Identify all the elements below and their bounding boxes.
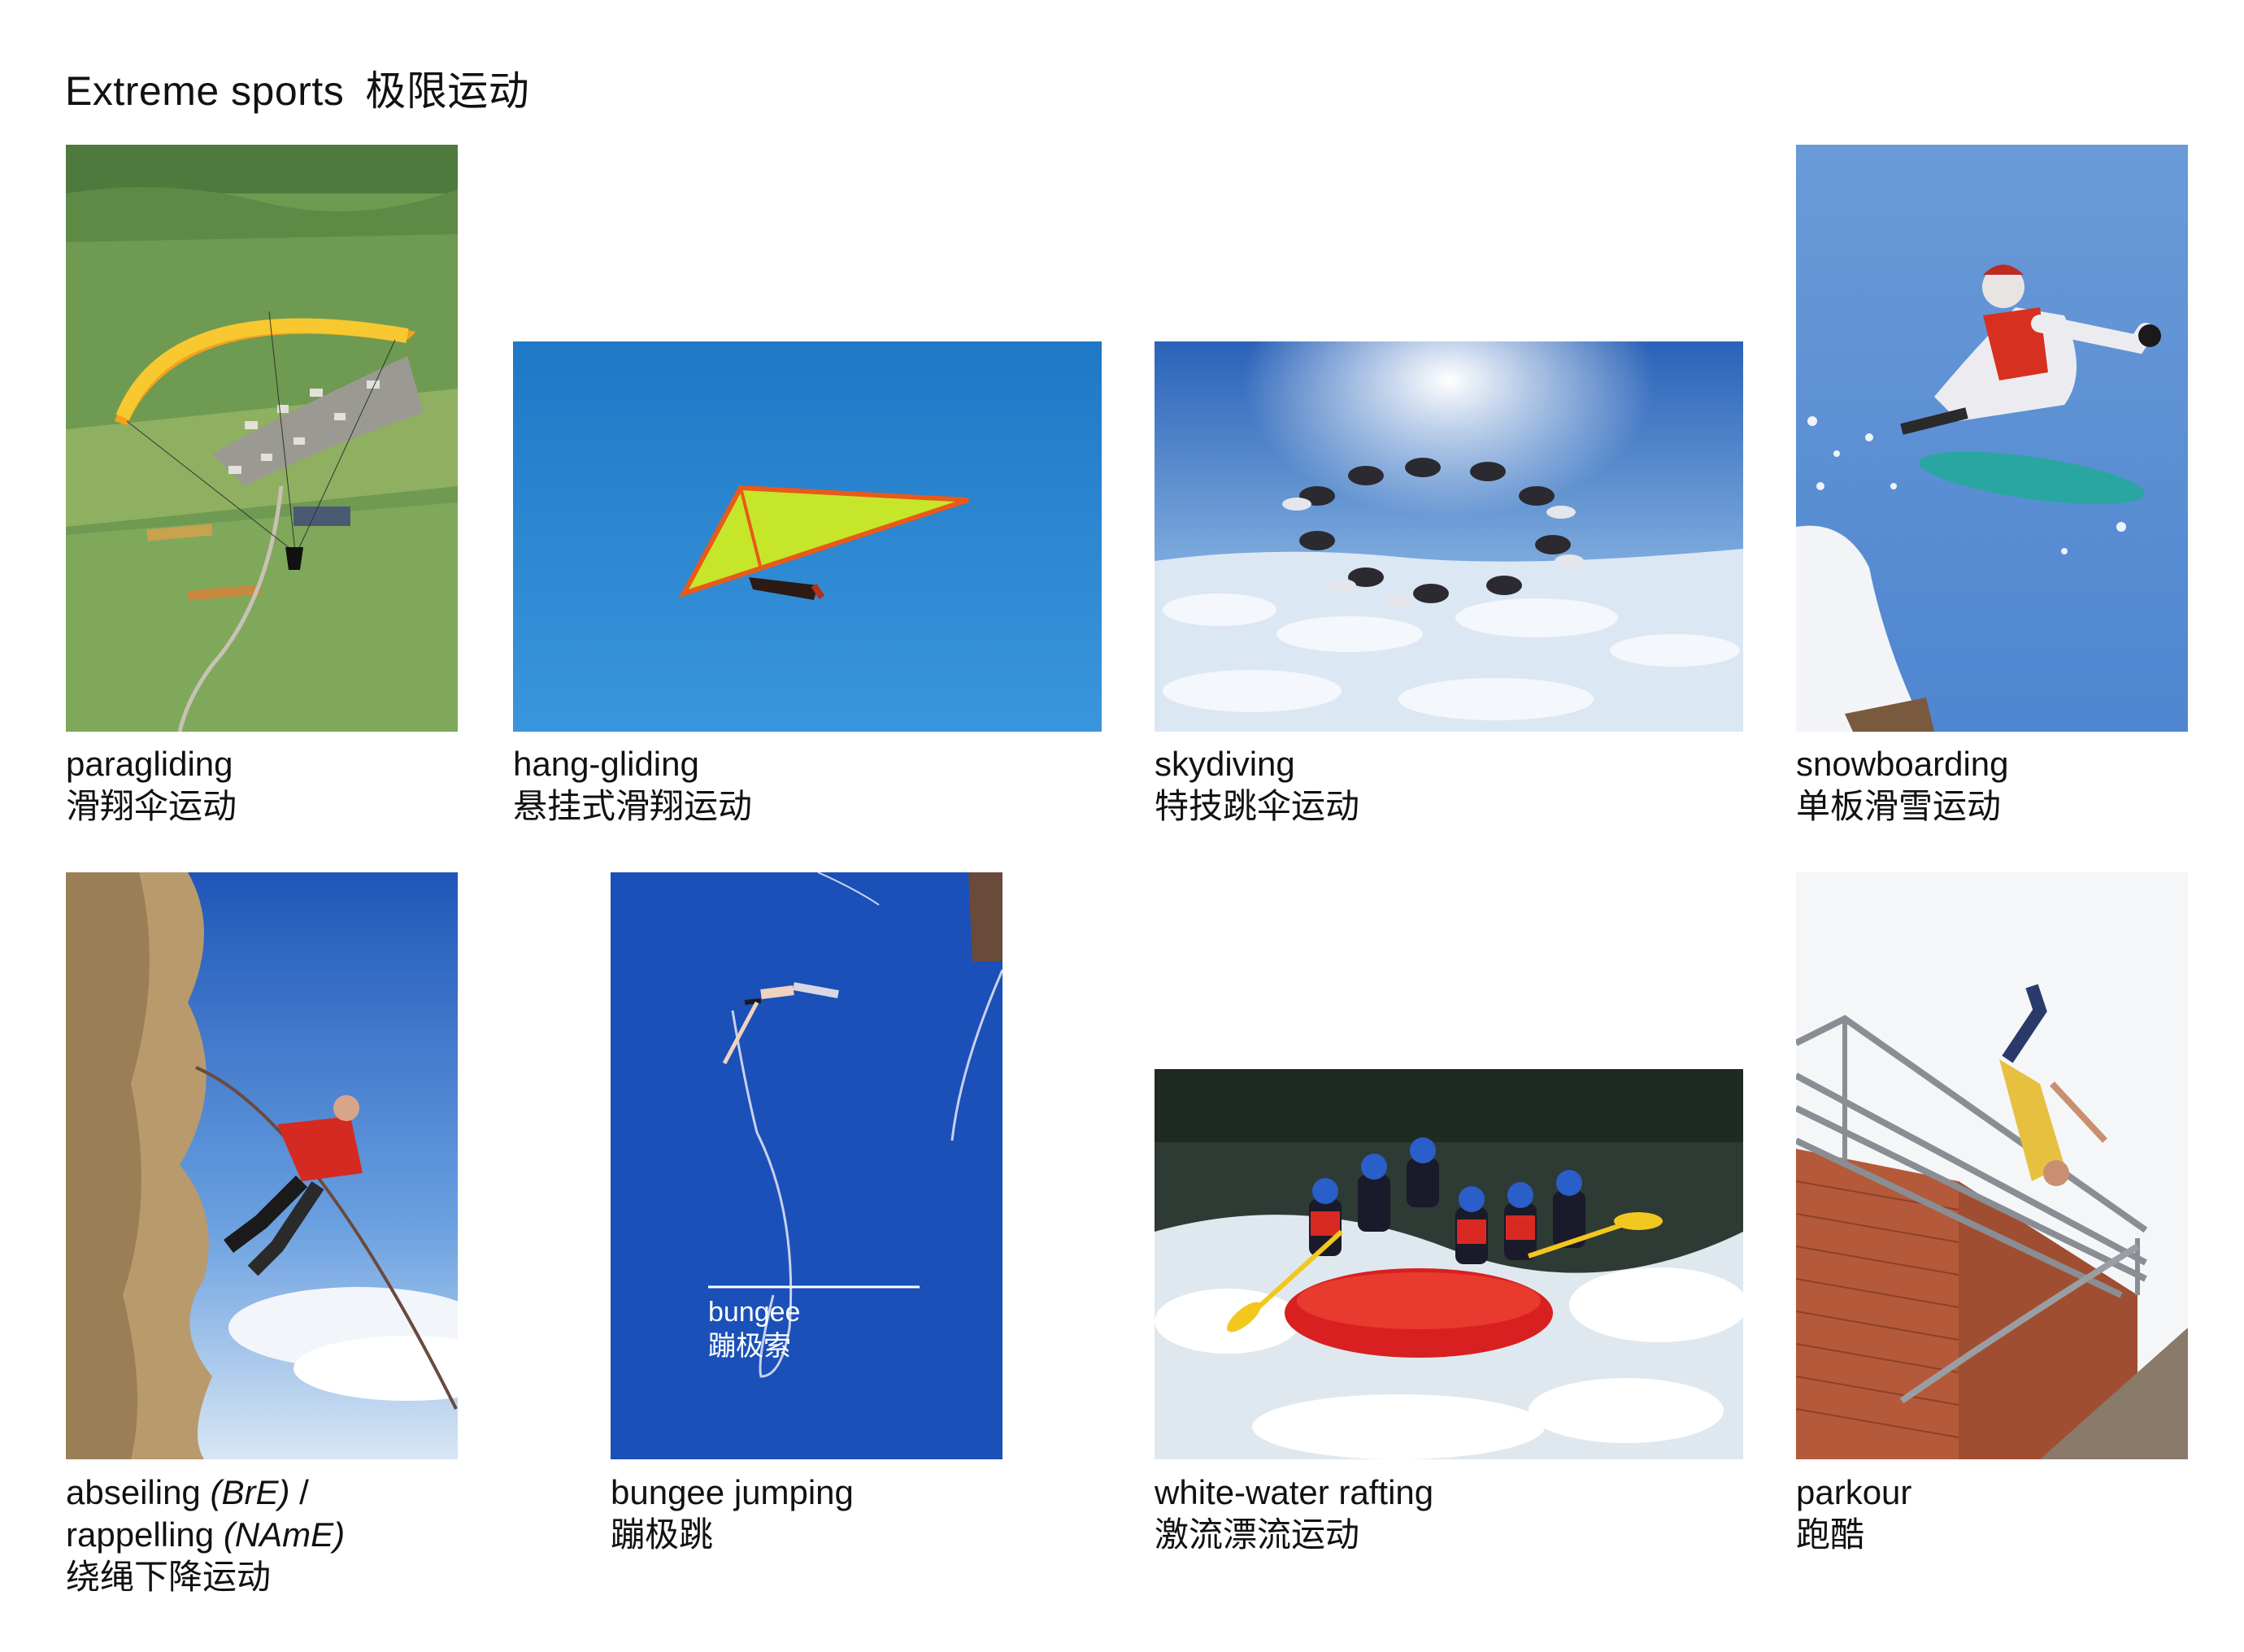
caption-zh: 跑酷 xyxy=(1796,1515,1865,1554)
separator: / xyxy=(289,1473,309,1511)
caption-bungee-jumping: bungee jumping 蹦极跳 xyxy=(611,1472,854,1556)
caption-paragliding: paragliding 滑翔伞运动 xyxy=(66,743,237,828)
paragliding-photo xyxy=(66,145,458,732)
caption-en: parkour xyxy=(1796,1473,1912,1511)
white-water-rafting-photo xyxy=(1155,1069,1743,1459)
caption-zh: 悬挂式滑翔运动 xyxy=(513,787,753,825)
caption-zh: 蹦极跳 xyxy=(611,1515,714,1554)
snowboarding-photo xyxy=(1796,145,2188,732)
callout-en: bungee xyxy=(708,1297,801,1328)
caption-zh: 激流漂流运动 xyxy=(1155,1515,1360,1554)
page-title: Extreme sports 极限运动 xyxy=(65,59,529,117)
caption-en: hang-gliding xyxy=(513,745,699,783)
caption-en: skydiving xyxy=(1155,745,1295,783)
caption-white-water-rafting: white-water rafting 激流漂流运动 xyxy=(1155,1472,1433,1556)
caption-zh: 特技跳伞运动 xyxy=(1155,787,1360,825)
caption-snowboarding: snowboarding 单板滑雪运动 xyxy=(1796,743,2009,828)
bungee-jumping-photo: bungee 蹦极索 xyxy=(611,872,1002,1459)
parkour-photo xyxy=(1796,872,2188,1459)
caption-skydiving: skydiving 特技跳伞运动 xyxy=(1155,743,1359,828)
hang-gliding-photo xyxy=(513,341,1102,732)
caption-en: bungee jumping xyxy=(611,1473,854,1511)
caption-en-line2: rappelling (NAmE) xyxy=(66,1514,345,1556)
term-abseiling: abseiling xyxy=(66,1473,201,1511)
caption-zh: 滑翔伞运动 xyxy=(66,787,237,825)
caption-en: paragliding xyxy=(66,745,233,783)
caption-en-line1: abseiling (BrE) / xyxy=(66,1472,345,1514)
variant-note-name: (NAmE) xyxy=(223,1515,346,1554)
caption-abseiling: abseiling (BrE) / rappelling (NAmE) 绕绳下降… xyxy=(66,1472,345,1598)
caption-zh: 单板滑雪运动 xyxy=(1796,787,2002,825)
caption-en: snowboarding xyxy=(1796,745,2009,783)
caption-hang-gliding: hang-gliding 悬挂式滑翔运动 xyxy=(513,743,752,828)
bungee-cord-callout: bungee 蹦极索 xyxy=(708,1295,800,1363)
callout-zh: 蹦极索 xyxy=(708,1331,791,1362)
page-title-zh: 极限运动 xyxy=(365,68,530,114)
caption-zh: 绕绳下降运动 xyxy=(66,1558,272,1596)
skydiving-photo xyxy=(1155,341,1743,732)
caption-en: white-water rafting xyxy=(1155,1473,1434,1511)
page-title-en: Extreme sports xyxy=(65,68,345,114)
caption-parkour: parkour 跑酷 xyxy=(1796,1472,1911,1556)
term-rappelling: rappelling xyxy=(66,1515,215,1554)
variant-note-bre: (BrE) xyxy=(210,1473,290,1511)
abseiling-photo xyxy=(66,872,458,1459)
